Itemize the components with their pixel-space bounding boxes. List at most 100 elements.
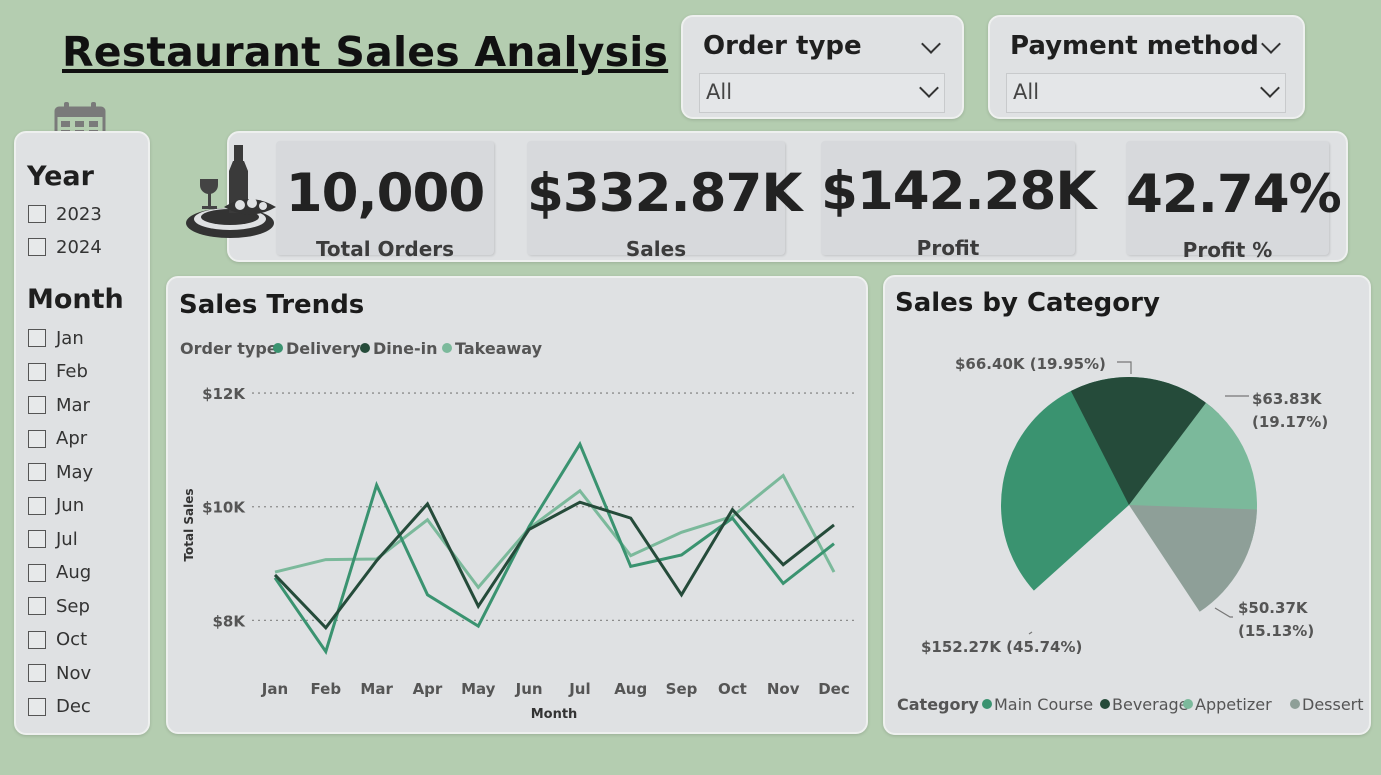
kpi-banner: 10,000 Total Orders $332.87K Sales $142.28K P… — [186, 131, 1348, 262]
month-option-mar[interactable]: Mar — [28, 393, 90, 417]
profit-value: $142.28K — [821, 161, 1096, 222]
pie-slice-dessert[interactable] — [1129, 505, 1257, 612]
legend-label-delivery: Delivery — [286, 339, 361, 358]
month-option-sep[interactable]: Sep — [28, 594, 90, 618]
legend-label-dine-in: Dine-in — [373, 339, 438, 358]
month-checkbox[interactable] — [28, 664, 46, 682]
leader-line — [1117, 361, 1132, 374]
month-option-jan[interactable]: Jan — [28, 326, 84, 350]
sales-label: Sales — [625, 237, 687, 261]
year-label: 2023 — [56, 203, 102, 225]
sales-by-category-chart: $66.40K (19.95%) $152.27K (45.74%) $63.83K… — [897, 355, 1364, 714]
month-checkbox[interactable] — [28, 362, 46, 381]
legend-label-dessert: Dessert — [1302, 695, 1364, 714]
leader-line — [1214, 607, 1233, 618]
year-label: 2024 — [56, 236, 102, 258]
data-label-appetizer: $63.83K (19.17%) — [1252, 390, 1328, 431]
month-option-dec[interactable]: Dec — [28, 695, 91, 719]
sales-by-category-panel: Sales by Category $66.40K (19.95%) $152.2… — [883, 275, 1371, 735]
month-label: Jul — [56, 528, 78, 550]
total-orders-value: 10,000 — [285, 163, 486, 224]
month-checkbox[interactable] — [28, 463, 46, 481]
x-tick-label: Oct — [718, 680, 747, 698]
year-option-2024[interactable]: 2024 — [28, 235, 102, 259]
legend-label-takeaway: Takeaway — [455, 339, 543, 358]
month-label: Oct — [56, 629, 88, 650]
legend-marker-dessert — [1290, 699, 1300, 709]
chevron-down-icon — [919, 78, 939, 98]
leader-line — [1028, 631, 1033, 635]
series-line-takeaway[interactable] — [274, 473, 836, 590]
date-filter-panel: Year Month 2023 2024 Jan Feb Mar Apr May Jun Jul… — [14, 131, 150, 735]
profit-percent-card: 42.74% Profit % — [1126, 141, 1342, 262]
x-tick-label: Dec — [818, 680, 850, 698]
chevron-down-icon[interactable] — [1261, 34, 1281, 54]
month-checkbox[interactable] — [28, 630, 46, 649]
profit-percent-label: Profit % — [1182, 238, 1273, 262]
month-checkbox[interactable] — [28, 429, 46, 448]
x-axis-label: Month — [531, 707, 578, 722]
month-checkbox[interactable] — [28, 396, 46, 414]
month-checkbox[interactable] — [28, 697, 46, 716]
page-title: Restaurant Sales Analysis — [62, 28, 669, 76]
x-tick-label: Jul — [568, 680, 590, 698]
month-label: Nov — [56, 662, 92, 684]
x-tick-label: Apr — [413, 680, 443, 698]
month-option-aug[interactable]: Aug — [28, 561, 91, 585]
y-axis-label: Total Sales — [182, 488, 196, 561]
month-label: May — [56, 461, 94, 483]
month-label: Apr — [56, 428, 88, 449]
month-checkbox[interactable] — [28, 496, 46, 515]
legend-marker-beverage — [1100, 699, 1110, 709]
year-checkbox[interactable] — [28, 205, 46, 223]
order-type-label: Order type — [703, 31, 862, 61]
x-tick-label: Nov — [767, 680, 800, 698]
month-checkbox[interactable] — [28, 597, 46, 615]
legend-marker-takeaway — [442, 343, 452, 353]
month-option-feb[interactable]: Feb — [28, 360, 88, 384]
y-tick-label: $8K — [213, 612, 247, 630]
month-label: Sep — [56, 595, 90, 617]
legend-marker-appetizer — [1183, 699, 1193, 709]
month-checkbox[interactable] — [28, 329, 46, 347]
series-line-dine-in[interactable] — [273, 500, 835, 631]
month-option-jun[interactable]: Jun — [28, 494, 84, 518]
sales-trends-chart: Order type Delivery Dine-in Takeaway $8K $10K… — [180, 339, 856, 722]
year-checkbox[interactable] — [28, 238, 46, 256]
chevron-down-icon — [1260, 78, 1280, 98]
legend-label-main-course: Main Course — [994, 695, 1093, 714]
month-label: Jan — [56, 327, 84, 349]
y-tick-label: $10K — [202, 499, 246, 517]
x-tick-label: Sep — [666, 680, 698, 698]
month-label: Aug — [56, 562, 92, 583]
payment-method-slicer: Payment method All — [988, 15, 1305, 119]
month-checkbox[interactable] — [28, 530, 46, 548]
month-option-apr[interactable]: Apr — [28, 427, 87, 451]
sales-value: $332.87K — [527, 163, 802, 224]
legend-marker-main-course — [982, 699, 992, 709]
profit-percent-value: 42.74% — [1126, 164, 1342, 225]
chevron-down-icon[interactable] — [921, 34, 941, 54]
x-tick-label: Jan — [261, 680, 288, 698]
legend-title: Order type — [180, 339, 278, 358]
month-label: Mar — [56, 394, 90, 416]
month-option-may[interactable]: May — [28, 460, 93, 484]
total-orders-label: Total Orders — [315, 237, 455, 261]
y-tick-label: $12K — [202, 385, 246, 403]
month-option-jul[interactable]: Jul — [28, 527, 78, 551]
payment-method-dropdown[interactable]: All — [1006, 73, 1286, 113]
data-label-main-course: $152.27K (45.74%) — [921, 638, 1082, 656]
year-option-2023[interactable]: 2023 — [28, 202, 102, 226]
x-tick-label: Feb — [311, 680, 342, 698]
order-type-dropdown[interactable]: All — [699, 73, 945, 113]
month-checkbox[interactable] — [28, 563, 46, 582]
data-label-dessert: $50.37K (15.13%) — [1238, 599, 1314, 640]
payment-method-value: All — [1013, 80, 1040, 104]
year-heading: Year — [27, 161, 94, 192]
profit-card: $142.28K Profit — [821, 141, 1096, 260]
total-orders-card: 10,000 Total Orders — [276, 141, 494, 261]
month-label: Jun — [56, 495, 85, 516]
month-option-oct[interactable]: Oct — [28, 628, 87, 652]
order-type-value: All — [706, 80, 733, 104]
month-option-nov[interactable]: Nov — [28, 661, 91, 685]
